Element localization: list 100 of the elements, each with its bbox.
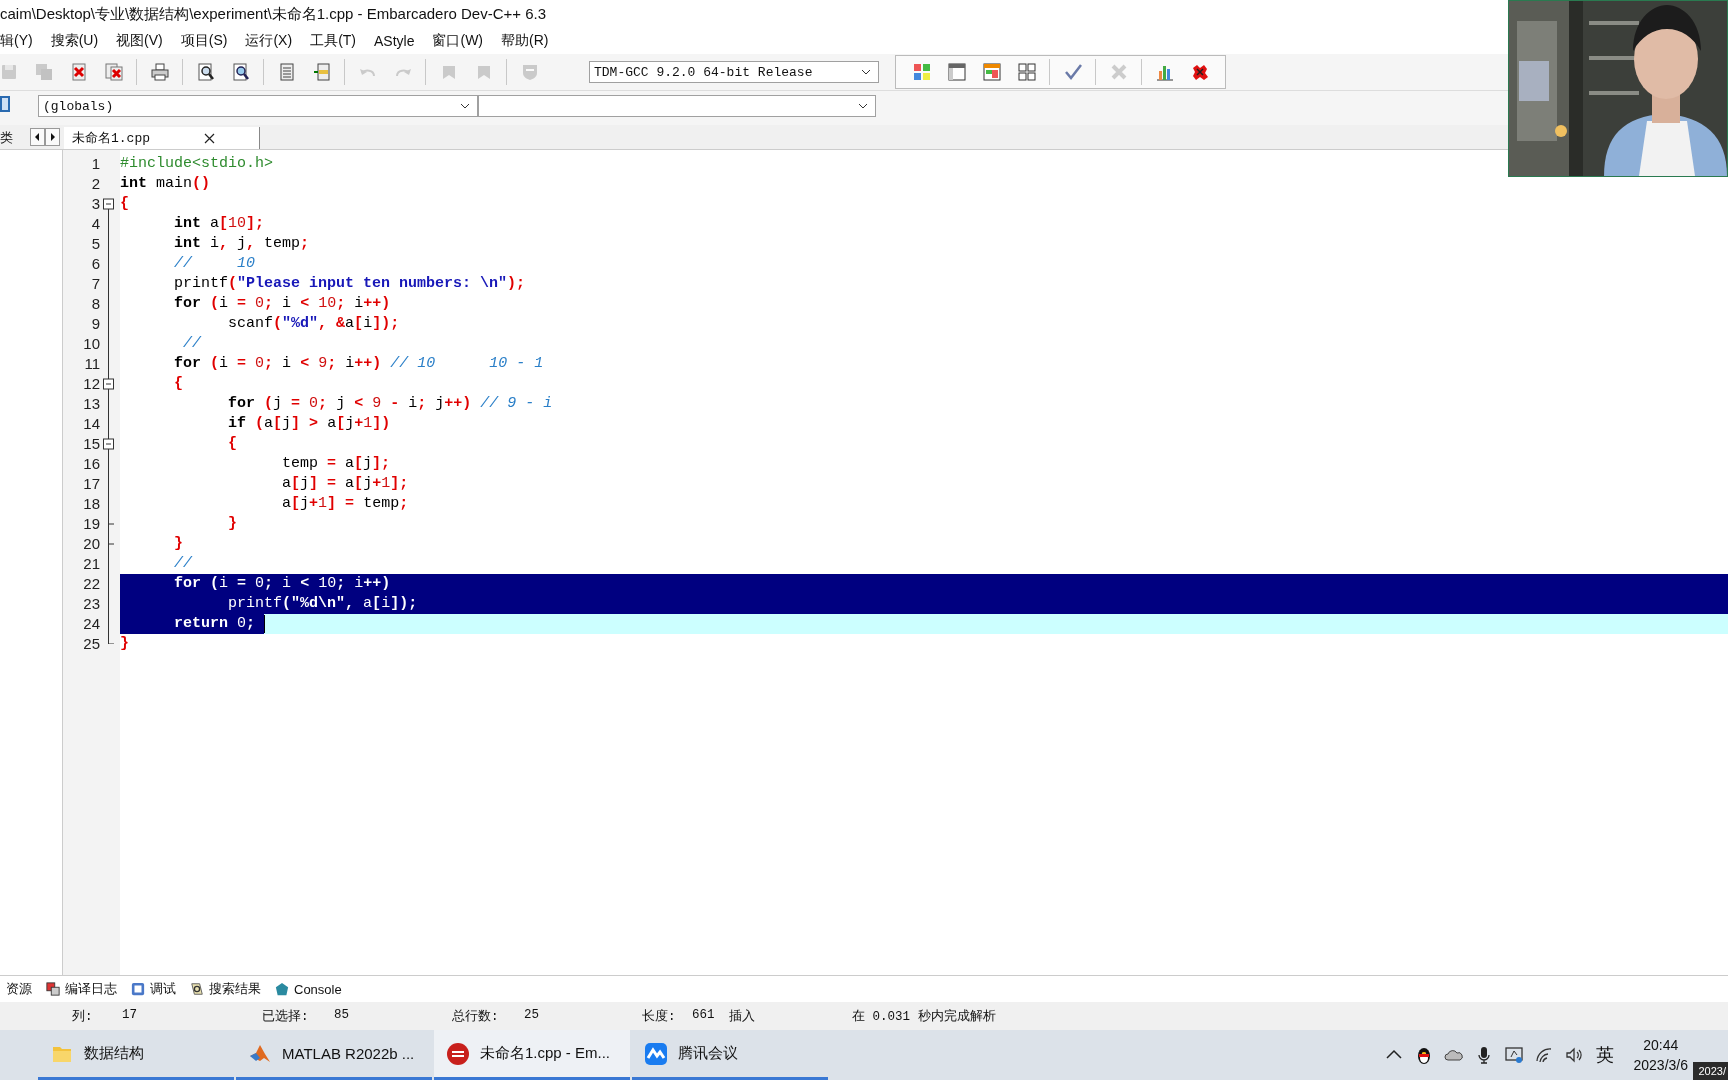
code-line: if (a[j] > a[j+1]) — [227, 414, 391, 434]
panel-tab[interactable]: 资源 — [6, 980, 32, 998]
code-line: { — [173, 374, 184, 394]
insert-mode: 插入 — [728, 1008, 755, 1025]
window-title: caim\Desktop\专业\数据结构\experiment\未命名1.cpp - Embarcadero Dev-C++ 6.3 — [0, 4, 546, 24]
line-number: 23 — [82, 594, 100, 614]
line-number: 22 — [82, 574, 100, 594]
debug-icon — [131, 982, 145, 996]
line-number: 13 — [82, 394, 100, 414]
code-line: a[j+1] = temp; — [281, 494, 409, 514]
code-line: int a[10]; — [173, 214, 265, 234]
speaker-icon[interactable] — [1563, 1045, 1584, 1065]
menu-item[interactable]: 视图(V) — [116, 32, 171, 50]
code-line: for (i = 0; i < 10; i++) — [173, 294, 391, 314]
taskbar-app[interactable]: 数据结构 — [38, 1030, 234, 1080]
status-value: 17 — [122, 1007, 137, 1024]
file-tab[interactable]: 未命名1.cpp — [64, 127, 260, 149]
wifi-icon[interactable] — [1533, 1045, 1554, 1065]
scroll-left-icon[interactable] — [30, 128, 45, 146]
line-number: 11 — [83, 354, 100, 374]
scope-dropdown[interactable]: (globals) — [38, 95, 478, 117]
menu-item[interactable]: 运行(X) — [245, 32, 301, 50]
status-label: 列: — [72, 1008, 94, 1025]
code-line: // 10 — [173, 254, 256, 274]
line-number: 6 — [90, 254, 100, 274]
line-number: 1 — [90, 154, 100, 174]
display-icon[interactable] — [1503, 1045, 1524, 1065]
taskbar-app[interactable]: MATLAB R2022b ... — [236, 1030, 432, 1080]
code-line: scanf("%d", &a[i]); — [227, 314, 400, 334]
scroll-right-icon[interactable] — [45, 128, 60, 146]
menu-item[interactable]: 项目(S) — [180, 32, 236, 50]
taskbar-app[interactable]: 腾讯会议 — [632, 1030, 828, 1080]
code-line: { — [120, 194, 129, 214]
line-number: 7 — [90, 274, 100, 294]
menu-item[interactable]: 搜索(U) — [50, 32, 107, 50]
code-line: temp = a[j]; — [281, 454, 391, 474]
menu-item[interactable]: AStyle — [374, 33, 423, 49]
line-number: 15 — [82, 434, 100, 454]
taskbar-app[interactable]: 未命名1.cpp - Em... — [434, 1030, 630, 1080]
code-line: for (j = 0; j < 9 - i; j++) // 9 - i — [227, 394, 553, 414]
line-number: 25 — [82, 634, 100, 654]
clock-date[interactable]: 2023/3/6 — [1633, 1055, 1688, 1075]
text-cursor — [264, 615, 266, 633]
menu-item[interactable]: 帮助(R) — [501, 32, 557, 50]
panel-tab[interactable]: 调试 — [150, 980, 176, 998]
search-icon — [190, 982, 204, 996]
code-line: } — [227, 514, 238, 534]
menu-item[interactable]: 工具(T) — [310, 32, 364, 50]
panel-tab[interactable]: 编译日志 — [65, 980, 117, 998]
status-label: 总行数: — [452, 1008, 500, 1025]
line-number: 8 — [90, 294, 100, 314]
line-number: 24 — [82, 614, 100, 634]
input-method-indicator[interactable]: 英 — [1595, 1043, 1614, 1067]
status-label: 长度: — [642, 1008, 677, 1025]
app-logo-icon — [446, 1041, 470, 1066]
menu-item[interactable]: 辑(Y) — [0, 32, 41, 50]
status-value: 85 — [334, 1007, 349, 1024]
line-number: 18 — [82, 494, 100, 514]
compiler-dropdown[interactable]: TDM-GCC 9.2.0 64-bit Release — [589, 61, 879, 83]
line-number: 17 — [82, 474, 100, 494]
line-number: 19 — [82, 514, 100, 534]
code-line: // — [182, 334, 202, 354]
fold-end-line — [108, 634, 114, 644]
panel-tab[interactable]: Console — [294, 981, 342, 997]
menu-item[interactable]: 窗口(W) — [432, 32, 492, 50]
line-number: 14 — [82, 414, 100, 434]
code-line: int i, j, temp; — [173, 234, 310, 254]
line-number: 21 — [82, 554, 100, 574]
clock-time[interactable]: 20:44 — [1643, 1035, 1679, 1055]
line-number: 2 — [90, 174, 100, 194]
tooltip: 2023/ — [1693, 1062, 1728, 1080]
code-line: // — [173, 554, 193, 574]
code-line: { — [227, 434, 238, 454]
line-number: 4 — [90, 214, 100, 234]
code-line: } — [120, 634, 129, 654]
code-line: a[j] = a[j+1]; — [281, 474, 409, 494]
close-icon[interactable] — [204, 132, 215, 144]
panel-tab[interactable]: 搜索结果 — [209, 980, 261, 998]
line-number: 12 — [82, 374, 100, 394]
code-line: for (i = 0; i < 9; i++) // 10 10 - 1 — [173, 354, 544, 374]
pages-icon — [46, 982, 60, 996]
parse-status: 在 0.031 秒内完成解析 — [852, 1008, 996, 1025]
code-line: } — [173, 534, 184, 554]
status-value: 661 — [692, 1007, 715, 1024]
status-value: 25 — [524, 1007, 539, 1024]
side-tab[interactable]: 类 — [0, 129, 30, 149]
line-number: 3 — [90, 194, 100, 214]
console-icon — [275, 982, 289, 996]
line-number: 16 — [82, 454, 100, 474]
line-number: 10 — [82, 334, 100, 354]
line-number: 5 — [90, 234, 100, 254]
line-number: 20 — [82, 534, 100, 554]
code-line: #include<stdio.h> — [120, 154, 274, 174]
code-line: printf("Please input ten numbers: \n"); — [173, 274, 526, 294]
book-icon[interactable] — [0, 95, 12, 113]
line-number: 9 — [90, 314, 100, 334]
symbol-dropdown[interactable] — [478, 95, 876, 117]
meeting-app-icon — [644, 1041, 668, 1066]
status-label: 已选择: — [262, 1008, 310, 1025]
code-line: int main() — [120, 174, 211, 194]
